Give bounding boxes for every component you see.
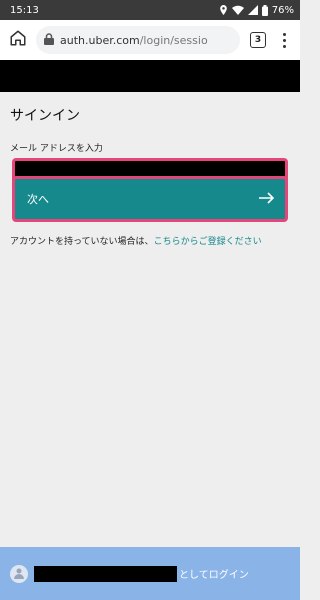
login-as-label: としてログイン — [179, 570, 249, 581]
signup-prompt: アカウントを持っていない場合は、こちらからご登録ください — [10, 234, 262, 247]
login-as-bar[interactable]: としてログイン — [0, 547, 300, 600]
url-text: auth.uber.com/login/sessio — [60, 34, 208, 47]
wifi-icon — [231, 5, 244, 15]
status-icons: 76% — [219, 4, 294, 16]
menu-dot — [282, 32, 286, 36]
more-menu-button[interactable] — [274, 28, 294, 52]
url-host: auth.uber.com — [60, 33, 140, 47]
arrow-right-icon — [259, 191, 275, 207]
url-path: /login/sessio — [139, 33, 208, 47]
signal-icon — [247, 5, 258, 15]
signup-link[interactable]: こちらからご登録ください — [154, 237, 262, 247]
login-form: サインイン メール アドレスを入力 次へ アカウントを持っていない場合は、こちら… — [0, 92, 300, 547]
person-icon — [13, 564, 25, 583]
battery-icon — [261, 4, 268, 16]
site-header — [0, 60, 300, 92]
no-account-text: アカウントを持っていない場合は、 — [10, 237, 154, 247]
home-icon — [9, 29, 27, 51]
lock-icon — [44, 32, 54, 48]
home-button[interactable] — [6, 28, 30, 52]
menu-dot — [282, 44, 286, 48]
tab-count: 3 — [254, 35, 262, 45]
battery-percent: 76% — [271, 4, 294, 16]
tab-switcher-button[interactable]: 3 — [250, 32, 266, 48]
email-label: メール アドレスを入力 — [10, 144, 103, 154]
status-time: 15:13 — [10, 4, 39, 16]
next-button[interactable]: 次へ — [12, 176, 288, 222]
menu-dot — [282, 38, 286, 42]
avatar — [10, 564, 28, 583]
next-button-label: 次へ — [27, 193, 49, 206]
status-bar: 15:13 76% — [0, 0, 300, 20]
redacted-account-name — [34, 565, 177, 582]
address-bar[interactable]: auth.uber.com/login/sessio — [36, 26, 240, 54]
browser-toolbar: auth.uber.com/login/sessio 3 — [0, 20, 300, 60]
location-icon — [219, 5, 228, 15]
page-title: サインイン — [10, 108, 80, 124]
